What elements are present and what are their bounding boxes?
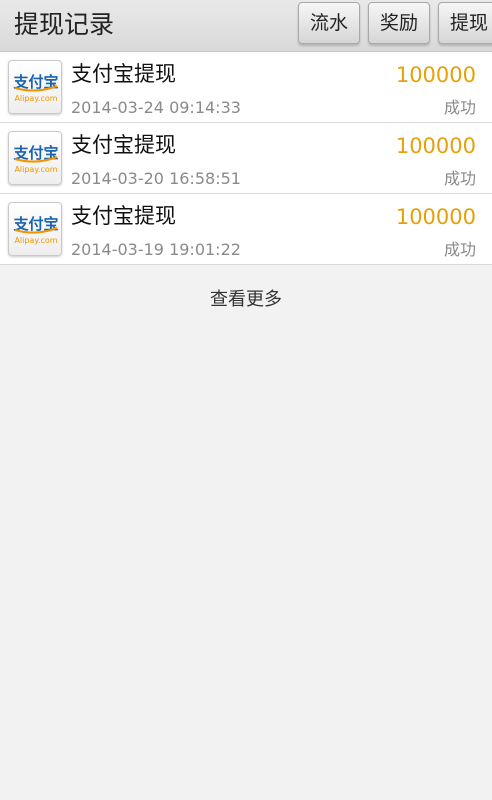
page-title: 提现记录 bbox=[14, 10, 115, 39]
alipay-logo-icon: 支付宝 Alipay.com bbox=[8, 131, 62, 185]
record-row[interactable]: 支付宝 Alipay.com 支付宝提现 2014-03-24 09:14:33… bbox=[0, 52, 492, 123]
record-row[interactable]: 支付宝 Alipay.com 支付宝提现 2014-03-19 19:01:22… bbox=[0, 194, 492, 265]
svg-text:Alipay.com: Alipay.com bbox=[14, 94, 57, 103]
record-time: 2014-03-24 09:14:33 bbox=[71, 98, 241, 117]
record-row[interactable]: 支付宝 Alipay.com 支付宝提现 2014-03-20 16:58:51… bbox=[0, 123, 492, 194]
alipay-logo-icon: 支付宝 Alipay.com bbox=[8, 202, 62, 256]
alipay-logo-icon: 支付宝 Alipay.com bbox=[8, 60, 62, 114]
svg-text:Alipay.com: Alipay.com bbox=[14, 236, 57, 245]
top-bar: 提现记录 流水 奖励 提现 bbox=[0, 0, 492, 52]
record-title: 支付宝提现 bbox=[71, 204, 176, 228]
record-status: 成功 bbox=[443, 98, 476, 117]
flow-button[interactable]: 流水 bbox=[298, 2, 360, 44]
record-time: 2014-03-19 19:01:22 bbox=[71, 240, 241, 259]
record-title: 支付宝提现 bbox=[71, 62, 176, 86]
load-more-button[interactable]: 查看更多 bbox=[0, 286, 492, 314]
withdraw-button[interactable]: 提现 bbox=[438, 2, 492, 44]
reward-button[interactable]: 奖励 bbox=[368, 2, 430, 44]
withdraw-records-screen: 提现记录 流水 奖励 提现 支付宝 Alipay.com 支付宝提现 2014-… bbox=[0, 0, 492, 800]
record-amount: 100000 bbox=[395, 134, 476, 158]
record-amount: 100000 bbox=[395, 63, 476, 87]
record-title: 支付宝提现 bbox=[71, 133, 176, 157]
withdraw-record-list: 支付宝 Alipay.com 支付宝提现 2014-03-24 09:14:33… bbox=[0, 52, 492, 265]
record-time: 2014-03-20 16:58:51 bbox=[71, 169, 241, 188]
record-status: 成功 bbox=[443, 169, 476, 188]
svg-text:Alipay.com: Alipay.com bbox=[14, 165, 57, 174]
record-status: 成功 bbox=[443, 240, 476, 259]
record-amount: 100000 bbox=[395, 205, 476, 229]
